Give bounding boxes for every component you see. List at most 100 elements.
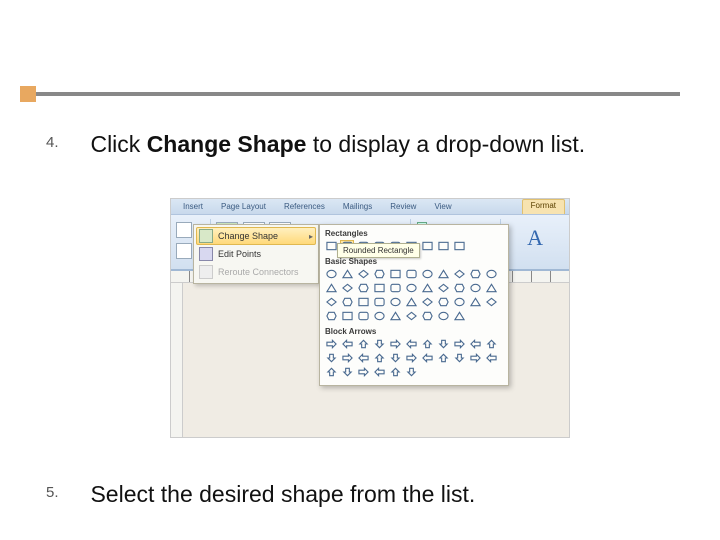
shape-option[interactable] [340,282,354,294]
shape-option[interactable] [420,268,434,280]
shape-option[interactable] [340,366,354,378]
shape-option[interactable] [452,310,466,322]
ribbon-tab[interactable]: References [276,201,333,212]
reroute-icon [199,265,213,279]
shape-option[interactable] [372,282,386,294]
shape-option[interactable] [388,310,402,322]
wordart-A-icon[interactable]: A [527,225,543,251]
shape-option[interactable] [324,296,338,308]
step-number: 5. [46,480,86,501]
step-5: 5. Select the desired shape from the lis… [46,480,690,509]
shape-option[interactable] [404,366,418,378]
ribbon-tabs: Insert Page Layout References Mailings R… [171,199,569,215]
shape-option[interactable] [324,268,338,280]
ribbon-tab[interactable]: Mailings [335,201,380,212]
shape-option[interactable] [468,268,482,280]
shape-option[interactable] [388,268,402,280]
ribbon-tab[interactable]: View [426,201,459,212]
gallery-grid [323,337,505,379]
shape-option[interactable] [340,310,354,322]
shape-option[interactable] [340,268,354,280]
ribbon-tab[interactable]: Insert [175,201,211,212]
menu-item-reroute-connectors: Reroute Connectors [196,263,316,281]
shape-option[interactable] [404,282,418,294]
shape-option[interactable] [324,310,338,322]
shape-option[interactable] [452,296,466,308]
shape-option[interactable] [388,366,402,378]
shape-option[interactable] [436,240,450,252]
menu-item-change-shape[interactable]: Change Shape ▸ [196,227,316,245]
shape-option[interactable] [388,296,402,308]
shape-option[interactable] [452,338,466,350]
shape-option[interactable] [452,352,466,364]
shape-option[interactable] [436,296,450,308]
shape-option[interactable] [340,296,354,308]
shape-option[interactable] [388,338,402,350]
shape-option[interactable] [420,352,434,364]
gallery-section-arrows: Block Arrows [323,326,505,379]
shape-option[interactable] [420,310,434,322]
shape-option[interactable] [356,310,370,322]
shape-option[interactable] [436,282,450,294]
edit-shape-icon[interactable] [176,222,192,238]
shape-option[interactable] [356,352,370,364]
shape-option[interactable] [324,352,338,364]
shape-option[interactable] [324,338,338,350]
shape-option[interactable] [420,282,434,294]
shape-option[interactable] [324,366,338,378]
shape-option[interactable] [436,310,450,322]
shape-option[interactable] [356,282,370,294]
shape-option[interactable] [404,338,418,350]
shape-option[interactable] [420,338,434,350]
shape-option[interactable] [468,282,482,294]
shape-option[interactable] [452,268,466,280]
shape-option[interactable] [452,282,466,294]
shape-option[interactable] [388,352,402,364]
shape-option[interactable] [484,296,498,308]
shape-option[interactable] [356,296,370,308]
shape-option[interactable] [324,240,338,252]
shape-option[interactable] [372,338,386,350]
shape-option[interactable] [404,310,418,322]
menu-item-edit-points[interactable]: Edit Points [196,245,316,263]
shape-option[interactable] [452,240,466,252]
shape-option[interactable] [340,352,354,364]
shape-option[interactable] [404,296,418,308]
shape-option[interactable] [484,352,498,364]
shape-option[interactable] [420,296,434,308]
shape-option[interactable] [484,268,498,280]
textbox-icon[interactable] [176,243,192,259]
gallery-section-basic: Basic Shapes [323,256,505,323]
shape-option[interactable] [436,352,450,364]
shape-option[interactable] [388,282,402,294]
shape-option[interactable] [484,282,498,294]
step-number: 4. [46,130,86,151]
shape-option[interactable] [372,310,386,322]
shape-option[interactable] [356,366,370,378]
shape-option[interactable] [324,282,338,294]
shape-option[interactable] [468,338,482,350]
shape-option[interactable] [356,338,370,350]
accent-square [20,86,36,102]
step-text: Select the desired shape from the list. [90,480,660,509]
shape-option[interactable] [436,268,450,280]
shape-option[interactable] [372,366,386,378]
shape-option[interactable] [372,352,386,364]
shape-option[interactable] [372,268,386,280]
shape-option[interactable] [340,338,354,350]
shape-option[interactable] [420,240,434,252]
ribbon-tab-format[interactable]: Format [522,199,565,214]
shape-option[interactable] [372,296,386,308]
shape-option[interactable] [404,352,418,364]
shape-option[interactable] [468,352,482,364]
shape-option[interactable] [356,268,370,280]
shape-option[interactable] [468,296,482,308]
step-text: Click Change Shape to display a drop-dow… [90,130,660,159]
shape-option[interactable] [436,338,450,350]
ribbon-group-wordart: A [501,219,570,267]
gallery-grid [323,267,505,323]
shape-option[interactable] [484,338,498,350]
ribbon-tab[interactable]: Page Layout [213,201,274,212]
shape-option[interactable] [404,268,418,280]
ribbon-tab[interactable]: Review [382,201,424,212]
